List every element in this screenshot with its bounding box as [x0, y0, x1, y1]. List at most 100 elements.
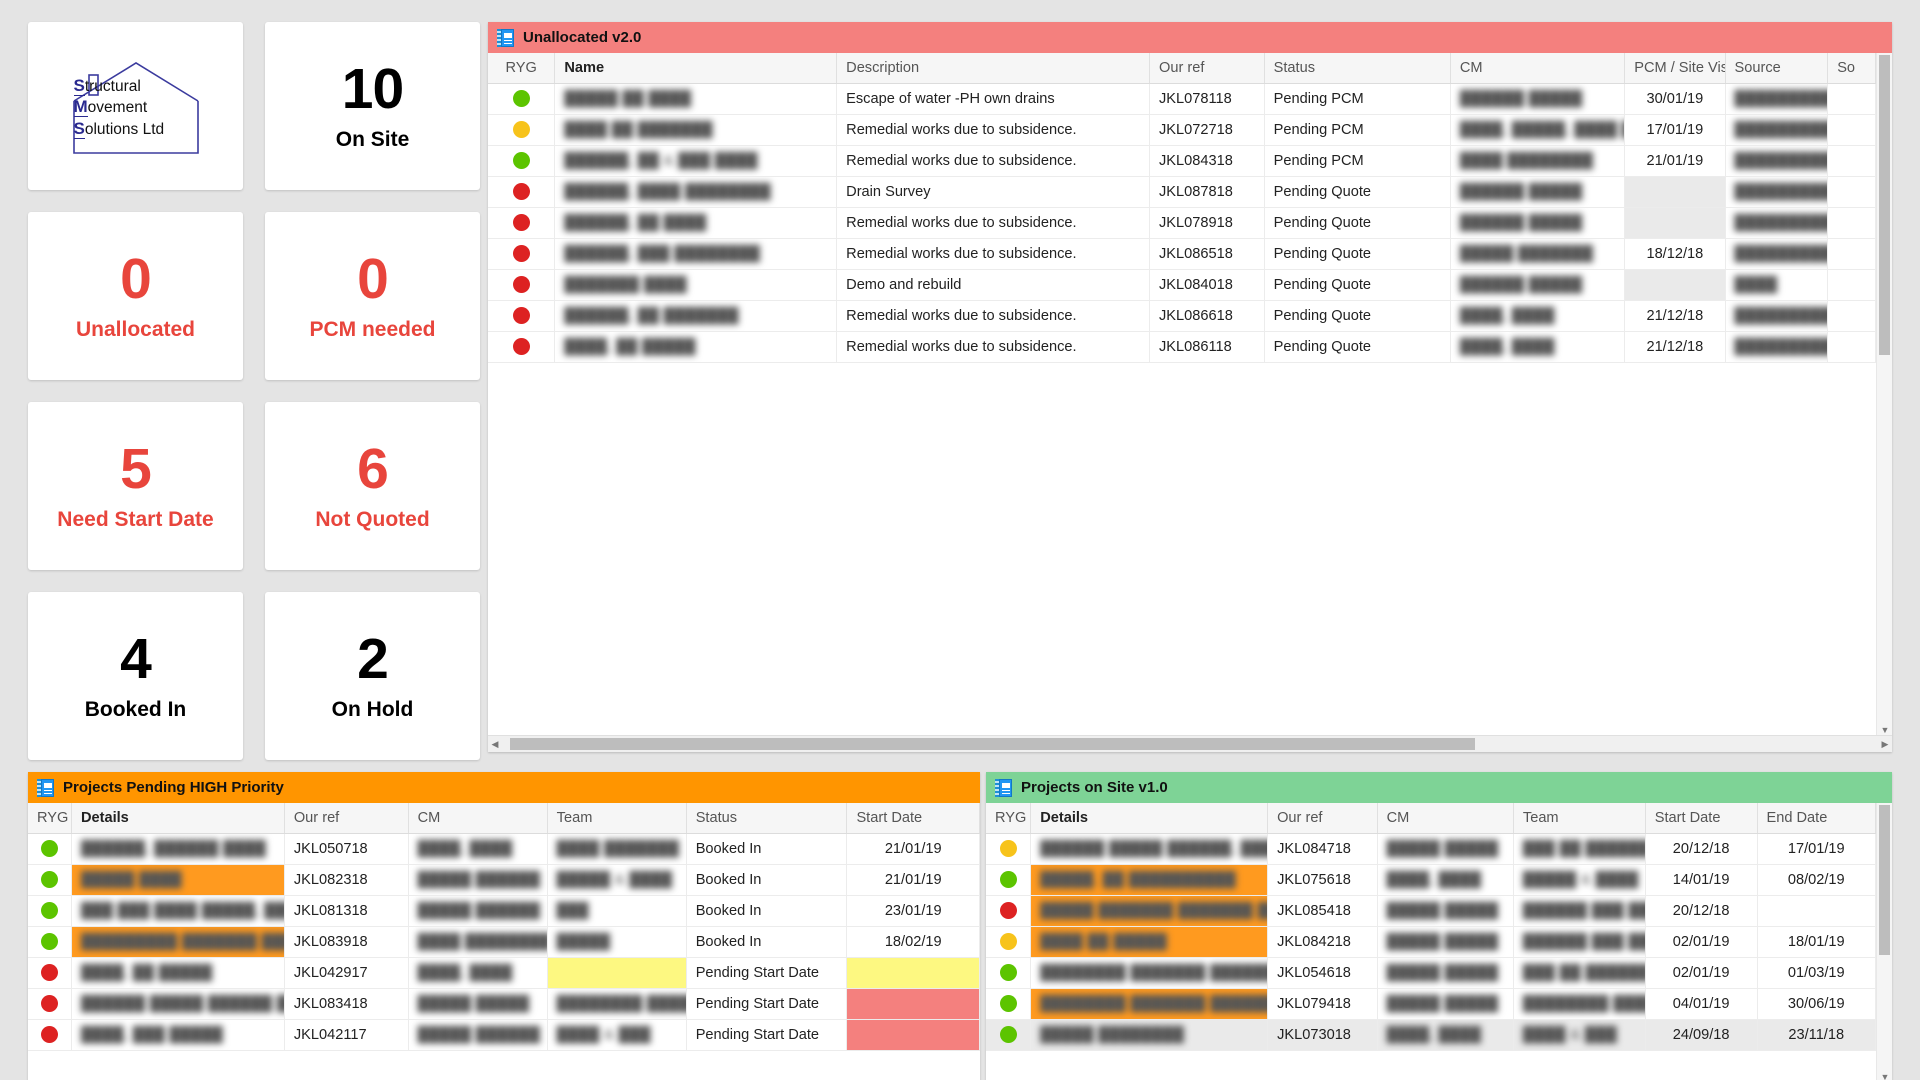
- cell-team: █████: [547, 926, 687, 958]
- cell-details: █████ ████████: [1030, 1019, 1269, 1051]
- table-row[interactable]: ██████, ██████ ████ JKL050718 ████, ████ ██…: [28, 833, 980, 865]
- column-header-pcm-site-visit[interactable]: PCM / Site Visit: [1624, 53, 1726, 84]
- redacted-text: ████, ████: [1459, 308, 1555, 324]
- table-row[interactable]: ██████ █████ ██████ ██ JKL083418 █████ ███…: [28, 988, 980, 1020]
- column-header-ryg[interactable]: RYG: [488, 53, 556, 84]
- on-site-vertical-scrollbar[interactable]: ▼: [1876, 803, 1892, 1080]
- cell-description: Demo and rebuild: [836, 269, 1150, 301]
- column-header-so[interactable]: So: [1827, 53, 1876, 84]
- column-header-ryg[interactable]: RYG: [28, 803, 72, 834]
- column-header-source[interactable]: Source: [1725, 53, 1829, 84]
- redacted-text: █████ █████: [1386, 996, 1499, 1012]
- scroll-right-icon[interactable]: ▶: [1878, 739, 1892, 750]
- cell-our-ref: JKL086118: [1149, 331, 1265, 363]
- scroll-down-icon[interactable]: ▼: [1877, 725, 1893, 735]
- table-row[interactable]: ████, ███ █████ JKL042117 █████ ██████ ████…: [28, 1019, 980, 1051]
- on-site-body: ██████ █████ ██████, ████ JKL084718 █████ …: [986, 833, 1876, 1051]
- table-row[interactable]: █████ ████ JKL082318 █████ ██████ █████ & █…: [28, 864, 980, 896]
- cell-source2: [1827, 300, 1876, 332]
- kpi-card-need-start-date[interactable]: 5 Need Start Date: [28, 402, 243, 570]
- cell-details: ████████ ███████ ██████: [1030, 988, 1269, 1020]
- cell-ryg: [488, 269, 556, 301]
- table-row[interactable]: ████, ██ █████ Remedial works due to subs…: [488, 331, 1876, 363]
- column-header-details[interactable]: Details: [1030, 803, 1269, 834]
- cell-start-date: 20/12/18: [1645, 833, 1758, 865]
- cell-source: ██████████: [1725, 300, 1829, 332]
- column-header-cm[interactable]: CM: [408, 803, 548, 834]
- table-row[interactable]: ███ ███ ████ █████, ███ JKL081318 █████ ██…: [28, 895, 980, 927]
- logo-line-2: Solutions Ltd: [73, 118, 164, 140]
- cell-source: ██████████: [1725, 114, 1829, 146]
- logo-cap-0: S: [73, 75, 85, 96]
- cell-pcm-site-visit: [1624, 269, 1726, 301]
- redacted-text: ████, ████: [1386, 872, 1482, 888]
- unallocated-vertical-scrollbar[interactable]: ▼: [1876, 53, 1892, 735]
- table-row[interactable]: ████ ██ █████ JKL084218 █████ █████ ██████ …: [986, 926, 1876, 958]
- redacted-text: █████: [556, 934, 611, 950]
- cell-cm: ████ ████████: [408, 926, 548, 958]
- table-row[interactable]: ██████, ██ & ███ ████ Remedial works due …: [488, 145, 1876, 177]
- table-row[interactable]: █████ ████████ JKL073018 ████, ████ ████ & …: [986, 1019, 1876, 1051]
- on-site-table-viewport: RYG Details Our ref CM Team Start Date End Dat…: [986, 803, 1876, 1080]
- cell-details: █████ ███████ ███████ █████: [1030, 895, 1269, 927]
- column-header-team[interactable]: Team: [547, 803, 687, 834]
- table-row[interactable]: ███████ ████ Demo and rebuild JKL084018 Pen…: [488, 269, 1876, 301]
- table-row[interactable]: ████████ ███████ ██████ JKL054618 █████ ██…: [986, 957, 1876, 989]
- table-row[interactable]: ██████, ████ ████████ Drain Survey JKL0878…: [488, 176, 1876, 208]
- cell-end-date: [1757, 895, 1876, 927]
- table-row[interactable]: ████, ██ █████ JKL042917 ████, ████ Pending…: [28, 957, 980, 989]
- column-header-our-ref[interactable]: Our ref: [284, 803, 409, 834]
- cell-ryg: [488, 114, 556, 146]
- table-row[interactable]: ██████, ██ ████ Remedial works due to sub…: [488, 207, 1876, 239]
- table-row[interactable]: ██████ █████ ██████, ████ JKL084718 █████ …: [986, 833, 1876, 865]
- redacted-text: ████████ █████: [1522, 996, 1646, 1012]
- cell-cm: ████, ████: [1450, 300, 1626, 332]
- column-header-ryg[interactable]: RYG: [986, 803, 1032, 834]
- high-priority-table-viewport: RYG Details Our ref CM Team Status Start Date …: [28, 803, 980, 1080]
- cell-description: Remedial works due to subsidence.: [836, 207, 1150, 239]
- cell-our-ref: JKL079418: [1267, 988, 1378, 1020]
- unallocated-table-viewport: RYG Name Description Our ref Status CM PCM / S…: [488, 53, 1876, 735]
- kpi-card-on-site[interactable]: 10 On Site: [265, 22, 480, 190]
- table-row[interactable]: █████ ██ ████ Escape of water -PH own dra…: [488, 83, 1876, 115]
- cell-start-date: 21/01/19: [846, 864, 980, 896]
- column-header-start-date[interactable]: Start Date: [846, 803, 980, 834]
- table-row[interactable]: █████████ ███████ ███ JKL083918 ████ █████…: [28, 926, 980, 958]
- ryg-dot-green: [512, 152, 530, 169]
- column-header-name[interactable]: Name: [554, 53, 838, 84]
- column-header-description[interactable]: Description: [836, 53, 1150, 84]
- cell-our-ref: JKL073018: [1267, 1019, 1378, 1051]
- kpi-card-pcm-needed[interactable]: 0 PCM needed: [265, 212, 480, 380]
- cell-status: Pending Quote: [1264, 331, 1451, 363]
- column-header-start-date[interactable]: Start Date: [1645, 803, 1758, 834]
- column-header-status[interactable]: Status: [1264, 53, 1451, 84]
- cell-pcm-site-visit: 17/01/19: [1624, 114, 1726, 146]
- ryg-dot-green: [40, 933, 58, 950]
- scroll-down-icon[interactable]: ▼: [1877, 1072, 1893, 1080]
- column-header-our-ref[interactable]: Our ref: [1267, 803, 1378, 834]
- kpi-card-on-hold[interactable]: 2 On Hold: [265, 592, 480, 760]
- column-header-details[interactable]: Details: [71, 803, 285, 834]
- kpi-card-booked-in[interactable]: 4 Booked In: [28, 592, 243, 760]
- column-header-team[interactable]: Team: [1513, 803, 1646, 834]
- column-header-end-date[interactable]: End Date: [1757, 803, 1876, 834]
- unallocated-horizontal-scrollbar[interactable]: ◀ ▶: [488, 735, 1892, 752]
- column-header-our-ref[interactable]: Our ref: [1149, 53, 1265, 84]
- table-row[interactable]: ████████ ███████ ██████ JKL079418 █████ ██…: [986, 988, 1876, 1020]
- table-row[interactable]: █████, ██ ██████████ JKL075618 ████, ████ █…: [986, 864, 1876, 896]
- column-header-status[interactable]: Status: [686, 803, 848, 834]
- table-row[interactable]: █████ ███████ ███████ █████JKL085418 ████…: [986, 895, 1876, 927]
- cell-our-ref: JKL078118: [1149, 83, 1265, 115]
- ryg-dot-red: [999, 902, 1017, 919]
- scroll-left-icon[interactable]: ◀: [488, 739, 502, 750]
- panel-title: Projects on Site v1.0: [1021, 779, 1168, 796]
- kpi-card-not-quoted[interactable]: 6 Not Quoted: [265, 402, 480, 570]
- table-row[interactable]: ██████, ███ ████████ Remedial works due t…: [488, 238, 1876, 270]
- cell-details: ██████ █████ ██████, ████: [1030, 833, 1269, 865]
- column-header-cm[interactable]: CM: [1377, 803, 1514, 834]
- table-row[interactable]: ████ ██ ███████ Remedial works due to sub…: [488, 114, 1876, 146]
- column-header-cm[interactable]: CM: [1450, 53, 1626, 84]
- kpi-card-unallocated[interactable]: 0 Unallocated: [28, 212, 243, 380]
- table-row[interactable]: ██████, ██ ███████ Remedial works due to …: [488, 300, 1876, 332]
- cell-ryg: [28, 957, 72, 989]
